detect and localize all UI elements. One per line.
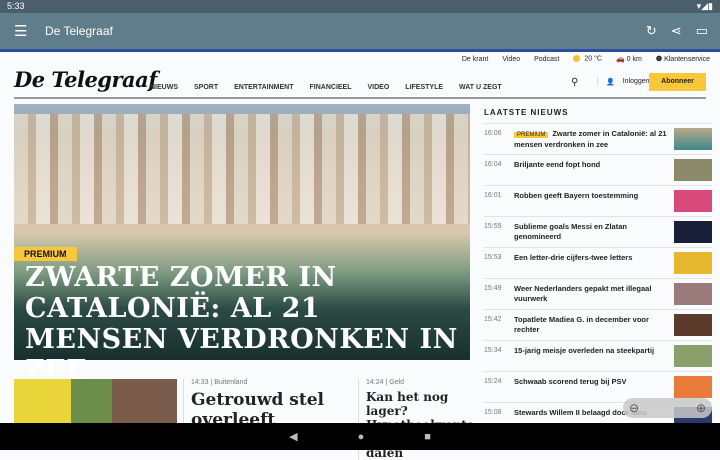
item-headline: Robben geeft Bayern toestemming bbox=[514, 191, 639, 200]
list-item[interactable]: 15:42 Topatlete Madiea G. in december voo… bbox=[484, 309, 712, 340]
login-label: Inloggen bbox=[622, 78, 650, 85]
info-icon: ❶ bbox=[655, 56, 665, 63]
hero-image bbox=[14, 114, 470, 224]
latest-news-title: LAATSTE NIEUWS bbox=[484, 108, 569, 117]
item-thumbnail bbox=[674, 376, 712, 398]
premium-badge: PREMIUM bbox=[14, 247, 77, 261]
list-item[interactable]: 15:49 Weer Nederlanders gepakt met illega… bbox=[484, 278, 712, 309]
subscribe-button[interactable]: Abonneer bbox=[649, 73, 706, 91]
zoom-control: ⊖ ⊕ bbox=[623, 398, 712, 418]
list-item[interactable]: 16:01 Robben geeft Bayern toestemming bbox=[484, 185, 712, 216]
login-button[interactable]: 👤 Inloggen bbox=[597, 78, 650, 86]
car-icon: 🚗 bbox=[616, 56, 627, 63]
hero-headline[interactable]: ZWARTE ZOMER IN CATALONIË: AL 21 MENSEN … bbox=[25, 262, 465, 386]
search-icon[interactable]: ⚲ bbox=[571, 77, 578, 88]
item-time: 15:55 bbox=[484, 223, 502, 230]
system-nav-bar: ◀ ● ■ bbox=[0, 423, 720, 450]
item-headline: Een letter-drie cijfers-twee letters bbox=[514, 253, 633, 262]
item-time: 15:24 bbox=[484, 378, 502, 385]
link-podcast[interactable]: Podcast bbox=[534, 56, 559, 63]
item-time: 15:42 bbox=[484, 316, 502, 323]
nav-entertainment[interactable]: ENTERTAINMENT bbox=[234, 84, 293, 91]
item-time: 16:01 bbox=[484, 192, 502, 199]
nav-sport[interactable]: SPORT bbox=[194, 84, 218, 91]
list-item[interactable]: 15:34 15-jarig meisje overleden na steekp… bbox=[484, 340, 712, 371]
clock: 5:33 bbox=[7, 1, 25, 11]
item-thumbnail bbox=[674, 159, 712, 181]
card-section: Buitenland bbox=[214, 379, 248, 386]
list-item[interactable]: 16:06 PREMIUM Zwarte zomer in Catalonië: a… bbox=[484, 123, 712, 154]
top-links: De krant Video Podcast 20 °C 🚗 0 km ❶ Kl… bbox=[462, 55, 710, 63]
item-thumbnail bbox=[674, 128, 712, 150]
item-thumbnail bbox=[674, 314, 712, 336]
item-time: 16:06 bbox=[484, 130, 502, 137]
traffic-value: 0 km bbox=[626, 56, 642, 63]
app-title: De Telegraaf bbox=[45, 24, 113, 38]
user-icon: 👤 bbox=[606, 79, 615, 86]
menu-icon[interactable]: ☰ bbox=[14, 22, 28, 40]
list-item[interactable]: 16:04 Briljante eend fopt hond bbox=[484, 154, 712, 185]
item-headline: Topatlete Madiea G. in december voor rec… bbox=[514, 315, 649, 334]
item-time: 15:49 bbox=[484, 285, 502, 292]
item-headline: 15-jarig meisje overleden na steekpartij bbox=[514, 346, 655, 355]
article-image[interactable] bbox=[14, 379, 177, 423]
service-label: Klantenservice bbox=[664, 56, 710, 63]
item-thumbnail bbox=[674, 221, 712, 243]
item-headline: Weer Nederlanders gepakt met illegaal vu… bbox=[514, 284, 652, 303]
zoom-in-icon[interactable]: ⊕ bbox=[696, 401, 706, 415]
list-item[interactable]: 15:53 Een letter-drie cijfers-twee letter… bbox=[484, 247, 712, 278]
premium-badge: PREMIUM bbox=[514, 132, 549, 138]
item-thumbnail bbox=[674, 345, 712, 367]
card-section: Geld bbox=[389, 379, 405, 386]
customer-service[interactable]: ❶ Klantenservice bbox=[656, 55, 710, 63]
status-icons: ▾◢▮ bbox=[696, 1, 713, 11]
item-thumbnail bbox=[674, 190, 712, 212]
weather-value: 20 °C bbox=[584, 55, 602, 63]
cast-icon[interactable]: ▭ bbox=[696, 23, 708, 39]
sun-icon bbox=[573, 55, 581, 63]
nav-lifestyle[interactable]: LIFESTYLE bbox=[405, 84, 443, 91]
refresh-icon[interactable]: ↻ bbox=[646, 23, 657, 39]
card-time: 14:24 bbox=[366, 379, 384, 386]
recents-icon[interactable]: ■ bbox=[424, 431, 431, 443]
telegraaf-logo[interactable]: De Telegraaf bbox=[14, 67, 157, 92]
item-thumbnail bbox=[674, 252, 712, 274]
item-headline: Sublieme goals Messi en Zlatan genominee… bbox=[514, 222, 627, 241]
nav-video[interactable]: VIDEO bbox=[368, 84, 390, 91]
item-thumbnail bbox=[674, 283, 712, 305]
header-divider bbox=[14, 97, 706, 99]
back-icon[interactable]: ◀ bbox=[289, 430, 297, 443]
zoom-out-icon[interactable]: ⊖ bbox=[629, 401, 639, 415]
item-headline: Briljante eend fopt hond bbox=[514, 160, 601, 169]
link-de-krant[interactable]: De krant bbox=[462, 56, 488, 63]
item-time: 15:53 bbox=[484, 254, 502, 261]
card-time: 14:33 bbox=[191, 379, 209, 386]
nav-wat-u-zegt[interactable]: WAT U ZEGT bbox=[459, 84, 502, 91]
share-icon[interactable]: ⋖ bbox=[671, 23, 682, 39]
status-bar: 5:33 ▾◢▮ bbox=[0, 0, 720, 13]
link-video[interactable]: Video bbox=[502, 56, 520, 63]
nav-nieuws[interactable]: NIEUWS bbox=[150, 84, 178, 91]
item-time: 15:34 bbox=[484, 347, 502, 354]
latest-news-list: 16:06 PREMIUM Zwarte zomer in Catalonië: a… bbox=[484, 123, 712, 433]
home-icon[interactable]: ● bbox=[358, 431, 365, 443]
app-bar: ☰ De Telegraaf ↻ ⋖ ▭ bbox=[0, 13, 720, 49]
nav-financieel[interactable]: FINANCIEEL bbox=[310, 84, 352, 91]
main-nav: NIEUWS SPORT ENTERTAINMENT FINANCIEEL VI… bbox=[150, 84, 502, 91]
weather[interactable]: 20 °C bbox=[573, 55, 602, 63]
item-time: 16:04 bbox=[484, 161, 502, 168]
traffic[interactable]: 🚗 0 km bbox=[616, 55, 642, 63]
accent-line bbox=[0, 49, 720, 52]
list-item[interactable]: 15:55 Sublieme goals Messi en Zlatan geno… bbox=[484, 216, 712, 247]
